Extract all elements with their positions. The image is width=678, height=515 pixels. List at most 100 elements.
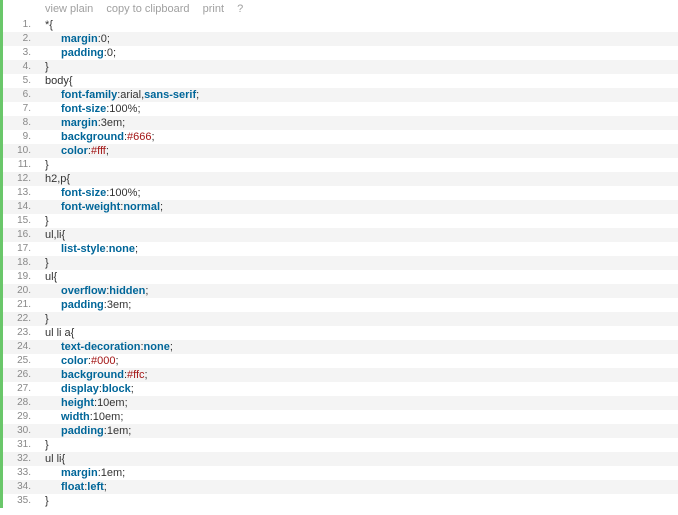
token-hex: #000 (91, 355, 115, 367)
copy-clipboard-link[interactable]: copy to clipboard (106, 3, 189, 15)
token-kw: width (61, 411, 90, 423)
line-number: 4. (3, 60, 39, 74)
line-number: 21. (3, 298, 39, 312)
token-plain: ; (145, 285, 148, 297)
token-kw: font-weight (61, 201, 120, 213)
code-line: padding:0; (39, 46, 678, 60)
code-line: ul{ (39, 270, 678, 284)
code-line: ul li a{ (39, 326, 678, 340)
line-number: 24. (3, 340, 39, 354)
code-line: font-family:arial,sans-serif; (39, 88, 678, 102)
code-line: width:10em; (39, 410, 678, 424)
code-line: background:#666; (39, 130, 678, 144)
token-plain: ; (128, 425, 131, 437)
token-plain: ; (106, 145, 109, 157)
token-plain: ul li a{ (45, 327, 74, 339)
token-kw: text-decoration (61, 341, 140, 353)
line-number: 17. (3, 242, 39, 256)
token-plain: 10em (93, 411, 121, 423)
token-plain: ; (137, 187, 140, 199)
token-val: left (87, 481, 104, 493)
code-line: margin:3em; (39, 116, 678, 130)
line-number: 9. (3, 130, 39, 144)
line-number: 26. (3, 368, 39, 382)
token-plain: ; (196, 89, 199, 101)
token-val: normal (123, 201, 160, 213)
code-line: } (39, 494, 678, 508)
print-link[interactable]: print (203, 3, 224, 15)
token-plain: ; (120, 411, 123, 423)
code-line: color:#fff; (39, 144, 678, 158)
token-plain: } (45, 313, 49, 325)
code-line: color:#000; (39, 354, 678, 368)
token-plain: ; (128, 299, 131, 311)
token-plain: ; (122, 467, 125, 479)
line-number: 16. (3, 228, 39, 242)
code-line: } (39, 158, 678, 172)
code-line: font-size:100%; (39, 102, 678, 116)
line-number: 11. (3, 158, 39, 172)
line-number: 23. (3, 326, 39, 340)
line-number: 15. (3, 214, 39, 228)
line-number: 33. (3, 466, 39, 480)
line-number: 31. (3, 438, 39, 452)
token-plain: 3em (101, 117, 122, 129)
code-line: font-weight:normal; (39, 200, 678, 214)
line-number: 29. (3, 410, 39, 424)
token-plain: ul li{ (45, 453, 65, 465)
line-number-gutter: 1.2.3.4.5.6.7.8.9.10.11.12.13.14.15.16.1… (3, 0, 39, 508)
line-number: 20. (3, 284, 39, 298)
code-line: margin:1em; (39, 466, 678, 480)
token-plain: body{ (45, 75, 73, 87)
token-plain: ; (137, 103, 140, 115)
token-kw: color (61, 355, 88, 367)
token-val: none (144, 341, 170, 353)
token-plain: 100% (109, 103, 137, 115)
code-line: float:left; (39, 480, 678, 494)
code-line: list-style:none; (39, 242, 678, 256)
line-number: 12. (3, 172, 39, 186)
line-number: 10. (3, 144, 39, 158)
toolbar: view plain copy to clipboard print ? (39, 0, 678, 18)
token-kw: float (61, 481, 84, 493)
token-kw: font-size (61, 103, 106, 115)
token-plain: ; (104, 481, 107, 493)
token-kw: font-family (61, 89, 117, 101)
line-number: 27. (3, 382, 39, 396)
gutter-spacer (3, 0, 39, 18)
token-plain: ; (122, 117, 125, 129)
token-hex: #666 (127, 131, 151, 143)
code-viewer: 1.2.3.4.5.6.7.8.9.10.11.12.13.14.15.16.1… (0, 0, 678, 508)
code-line: } (39, 312, 678, 326)
token-val: none (109, 243, 135, 255)
code-line: text-decoration:none; (39, 340, 678, 354)
view-plain-link[interactable]: view plain (45, 3, 93, 15)
code-line: ul,li{ (39, 228, 678, 242)
token-plain: ; (145, 369, 148, 381)
line-number: 3. (3, 46, 39, 60)
token-val: block (102, 383, 131, 395)
line-number: 35. (3, 494, 39, 508)
token-plain: ; (115, 355, 118, 367)
help-link[interactable]: ? (237, 3, 243, 15)
token-kw: height (61, 397, 94, 409)
line-number: 5. (3, 74, 39, 88)
code-line: height:10em; (39, 396, 678, 410)
code-main: view plain copy to clipboard print ? *{ m… (39, 0, 678, 508)
line-number: 34. (3, 480, 39, 494)
token-plain: ; (160, 201, 163, 213)
token-plain: ; (125, 397, 128, 409)
line-number: 1. (3, 18, 39, 32)
code-line: *{ (39, 18, 678, 32)
token-kw: background (61, 369, 124, 381)
code-line: h2,p{ (39, 172, 678, 186)
token-plain: ; (107, 33, 110, 45)
token-kw: padding (61, 47, 104, 59)
code-line: } (39, 214, 678, 228)
line-number: 30. (3, 424, 39, 438)
token-plain: ; (113, 47, 116, 59)
token-kw: margin (61, 467, 98, 479)
token-plain: } (45, 257, 49, 269)
code-line: font-size:100%; (39, 186, 678, 200)
token-plain: } (45, 61, 49, 73)
